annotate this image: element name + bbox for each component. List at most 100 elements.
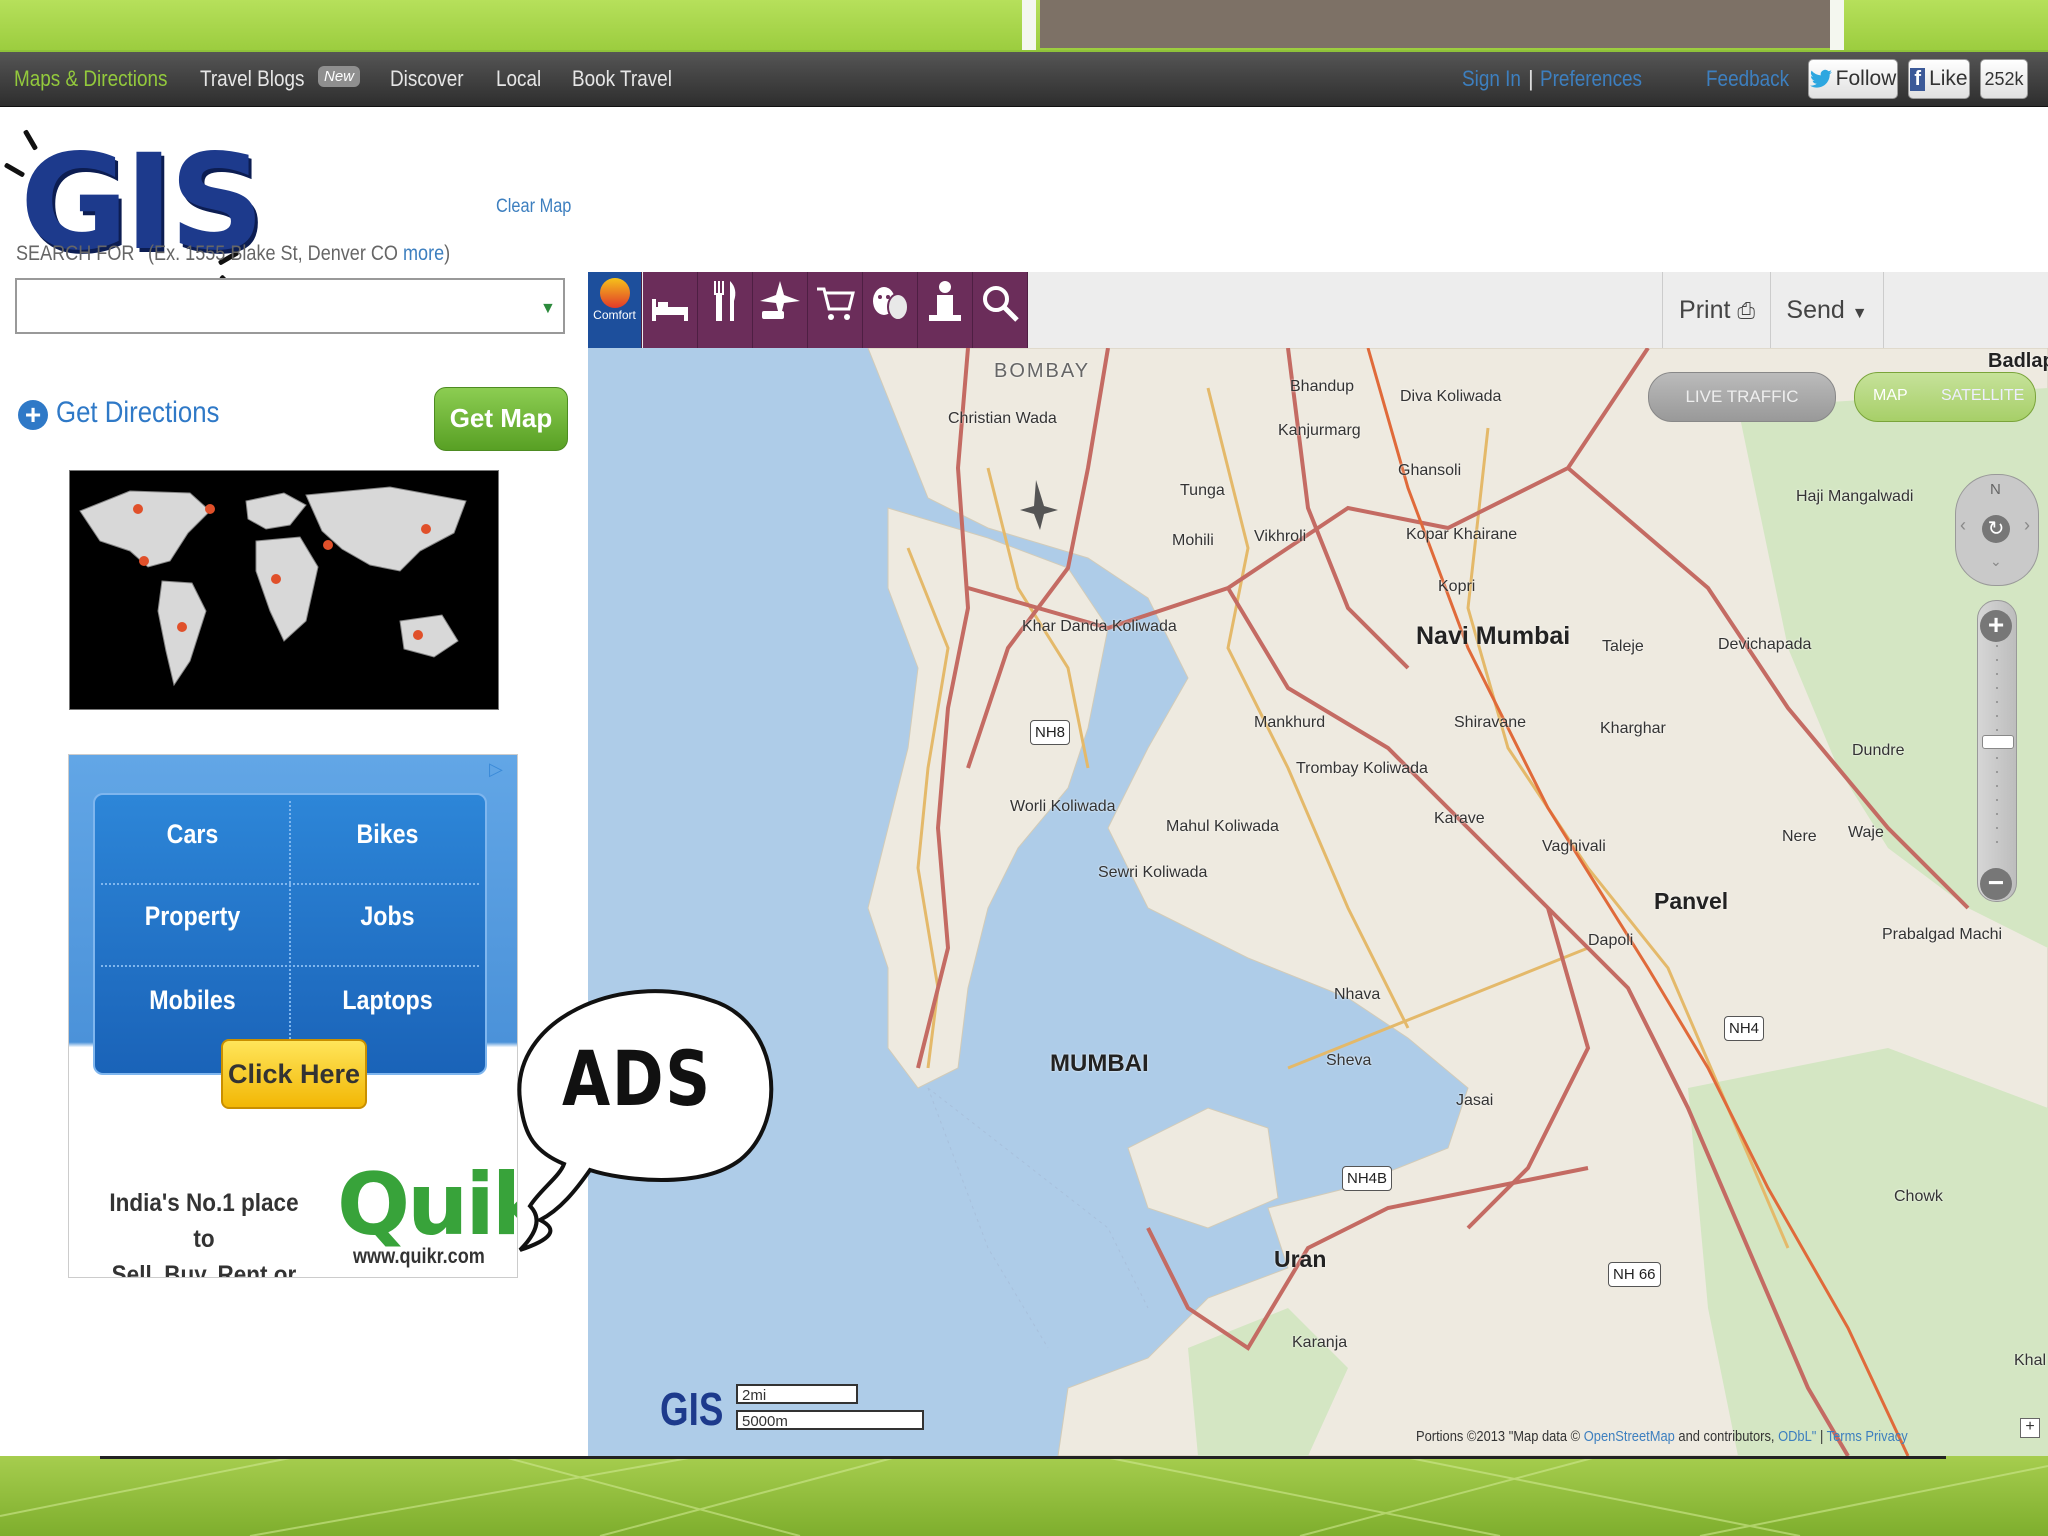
nav-book-travel[interactable]: Book Travel	[572, 66, 672, 92]
zoom-in-button[interactable]: +	[1980, 610, 2012, 642]
ad-tagline-line: India's No.1 place to	[109, 1189, 299, 1253]
map-label: Mohili	[1172, 532, 1214, 549]
ad-cell-mobiles[interactable]: Mobiles	[109, 985, 277, 1016]
attraction-icon[interactable]	[918, 272, 973, 348]
map-view-button[interactable]: MAP	[1873, 387, 1908, 405]
search-more-link[interactable]: more	[403, 242, 444, 265]
chevron-down-icon[interactable]: ▼	[540, 300, 556, 318]
travel-icon[interactable]	[753, 272, 808, 348]
facebook-like-button[interactable]: f Like	[1908, 59, 1970, 99]
attribution-text: Portions ©2013 "Map data ©	[1416, 1428, 1581, 1445]
sign-in-link[interactable]: Sign In	[1462, 66, 1521, 92]
map-label: Karanja	[1292, 1334, 1348, 1351]
follow-label: Follow	[1835, 67, 1897, 90]
map-label: Haji Mangalwadi	[1796, 488, 1914, 505]
click-here-button[interactable]: Click Here	[221, 1039, 367, 1109]
ad-cell-bikes[interactable]: Bikes	[304, 819, 472, 850]
satellite-view-button[interactable]: SATELLITE	[1941, 387, 2024, 405]
like-count: 252k	[1980, 59, 2028, 99]
map-label: Khar Danda Koliwada	[1022, 618, 1177, 635]
search-input[interactable]	[15, 278, 565, 334]
map-label: Vaghivali	[1542, 838, 1606, 855]
compass-north: N	[1990, 481, 2001, 498]
compass-control[interactable]: N ‹ › ↻ ⌄	[1955, 474, 2039, 586]
quikr-url: www.quikr.com	[353, 1245, 485, 1268]
zoom-out-button[interactable]: −	[1980, 868, 2012, 900]
map-label: Sheva	[1326, 1052, 1372, 1069]
map-label: Kharghar	[1600, 720, 1666, 737]
map-attribution: Portions ©2013 "Map data © OpenStreetMap…	[1416, 1428, 1908, 1445]
cart-icon	[817, 287, 855, 320]
send-button[interactable]: Send ▼	[1770, 272, 1884, 348]
scale-bar-m: 5000m	[736, 1410, 924, 1430]
twitter-bird-icon	[1809, 69, 1832, 88]
map-label: Dundre	[1852, 742, 1905, 759]
map-label: Navi Mumbai	[1416, 622, 1571, 650]
get-directions-link[interactable]: Get Directions	[56, 396, 219, 430]
print-button[interactable]: Print ⎙	[1662, 272, 1771, 348]
comfort-inn-logo[interactable]: Comfort	[588, 272, 642, 348]
preferences-link[interactable]: Preferences	[1540, 66, 1642, 92]
map-label: Jasai	[1456, 1092, 1494, 1109]
map-label: Kanjurmarg	[1278, 422, 1361, 439]
slide-bottom-band	[0, 1456, 2048, 1536]
nav-maps-directions[interactable]: Maps & Directions	[14, 66, 168, 92]
quikr-ad[interactable]: ▷ Cars Bikes Property Jobs Mobiles Lapto…	[68, 754, 518, 1278]
terms-link[interactable]: Terms	[1827, 1428, 1862, 1445]
hotel-icon[interactable]	[643, 272, 698, 348]
rotate-icon[interactable]: ↻	[1982, 515, 2010, 543]
get-map-button[interactable]: Get Map	[434, 387, 568, 451]
nav-discover[interactable]: Discover	[390, 66, 464, 92]
feedback-link[interactable]: Feedback	[1706, 66, 1789, 92]
zoom-handle[interactable]	[1982, 735, 2014, 749]
slide-top-divider	[1830, 0, 1844, 50]
osm-link[interactable]: OpenStreetMap	[1584, 1428, 1675, 1445]
scale-bar-mi: 2mi	[736, 1384, 858, 1404]
entertainment-icon[interactable]	[863, 272, 918, 348]
odbl-link[interactable]: ODbL"	[1778, 1428, 1816, 1445]
highway-shield: NH4B	[1342, 1166, 1393, 1191]
sun-icon	[599, 278, 630, 308]
privacy-link[interactable]: Privacy	[1865, 1428, 1907, 1445]
ad-category-grid: Cars Bikes Property Jobs Mobiles Laptops	[93, 793, 487, 1075]
shopping-icon[interactable]	[808, 272, 863, 348]
zoom-slider[interactable]	[1977, 600, 2017, 902]
map-label: Prabalgad Machi	[1882, 926, 2003, 943]
search-hint: (Ex. 1555 Blake St, Denver CO	[148, 242, 398, 265]
chevron-left-icon[interactable]: ‹	[1960, 515, 1966, 536]
restaurant-icon[interactable]	[698, 272, 753, 348]
nav-local[interactable]: Local	[496, 66, 541, 92]
map-label: Vikhroli	[1254, 528, 1307, 545]
highway-shield: NH4	[1724, 1016, 1765, 1041]
search-icon[interactable]	[973, 272, 1028, 348]
grid-divider	[101, 883, 479, 886]
plane-car-icon	[760, 281, 800, 319]
attribution-text: and contributors,	[1678, 1428, 1775, 1445]
chevron-right-icon[interactable]: ›	[2024, 515, 2030, 536]
ad-choices-icon[interactable]: ▷	[489, 759, 511, 781]
ads-speech-bubble	[517, 989, 774, 1252]
map-label: Sewri Koliwada	[1098, 864, 1208, 881]
ad-tagline-line: Sell, Buy, Rent or Find	[111, 1261, 297, 1278]
twitter-follow-button[interactable]: Follow	[1808, 59, 1898, 99]
bed-icon	[652, 299, 688, 321]
map-label: Worli Koliwada	[1010, 798, 1116, 815]
ad-cell-laptops[interactable]: Laptops	[304, 985, 472, 1016]
plus-icon[interactable]: +	[18, 400, 48, 430]
attribution-separator: |	[1819, 1428, 1824, 1445]
map-label: Mankhurd	[1254, 714, 1326, 731]
ad-cell-cars[interactable]: Cars	[109, 819, 277, 850]
nav-travel-blogs[interactable]: Travel Blogs	[200, 66, 304, 92]
map-label: Kopar Khairane	[1406, 526, 1518, 543]
chevron-down-icon[interactable]: ⌄	[1990, 553, 2002, 570]
live-traffic-button[interactable]: LIVE TRAFFIC	[1648, 372, 1836, 422]
send-label: Send	[1786, 296, 1845, 324]
ad-cell-jobs[interactable]: Jobs	[304, 901, 472, 932]
map-canvas[interactable]: BOMBAY Badlap Christian Wada Bhandup Div…	[588, 348, 2048, 1456]
map-type-toggle[interactable]: MAP SATELLITE	[1854, 372, 2036, 422]
map-label: Shiravane	[1454, 714, 1527, 731]
highway-shield: NH 66	[1608, 1262, 1661, 1287]
ad-cell-property[interactable]: Property	[109, 901, 277, 932]
expand-icon[interactable]: +	[2020, 1418, 2040, 1438]
clear-map-link[interactable]: Clear Map	[496, 196, 571, 218]
